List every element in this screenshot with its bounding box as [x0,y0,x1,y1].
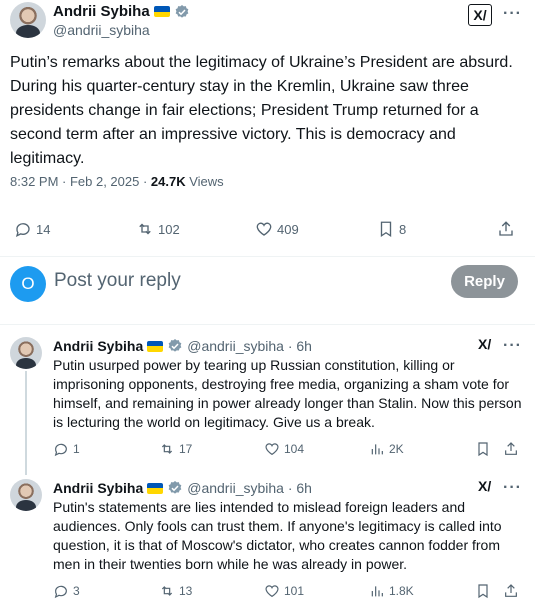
author-name[interactable]: Andrii Sybiha [53,480,143,496]
repost-count: 13 [179,584,193,598]
reply-count: 1 [73,442,80,456]
reply-action[interactable]: 1 [53,441,80,457]
author-row: Andrii Sybiha @andrii_sybiha · 6h [53,338,312,354]
reply-tweet: Andrii Sybiha @andrii_sybiha · 6h X/ ···… [0,325,535,475]
share-icon [505,442,517,455]
like-count: 104 [284,442,305,456]
heart-icon [265,443,279,456]
reply-text: Putin usurped power by tearing up Russia… [53,357,522,430]
more-options-icon[interactable]: ··· [503,5,522,23]
analytics-icon [371,444,383,455]
share-action[interactable] [503,441,519,457]
heart-icon [256,222,272,236]
verified-badge-icon[interactable] [174,4,190,20]
ukraine-flag-icon [147,340,164,352]
reply-button[interactable]: Reply [451,265,518,298]
view-count: 2K [389,442,404,456]
action-bar: 14 102 409 8 [0,219,535,239]
author-row: Andrii Sybiha @andrii_sybiha · 6h [53,480,312,496]
ukraine-flag-icon [153,6,170,17]
views-label: Views [185,174,224,189]
reply-tweet: Andrii Sybiha @andrii_sybiha · 6h X/ ···… [0,470,535,607]
action-bar: 1 17 104 2K [0,440,535,458]
timestamp[interactable]: 8:32 PM · Feb 2, 2025 · [10,174,151,189]
grok-icon[interactable]: X/ [478,478,491,494]
bookmark-action[interactable] [475,441,491,457]
like-action[interactable]: 104 [264,441,304,457]
tweet-text: Putin’s remarks about the legitimacy of … [10,54,513,167]
repost-count: 17 [179,442,193,456]
reply-action[interactable]: 14 [14,220,50,238]
repost-icon [161,444,173,454]
repost-action[interactable]: 17 [159,441,192,457]
views-action[interactable]: 1.8K [369,583,414,599]
author-handle[interactable]: @andrii_sybiha · 6h [187,480,312,496]
action-bar: 3 13 101 1.8K [0,582,535,600]
like-action[interactable]: 101 [264,583,304,599]
reply-text: Putin's statements are lies intended to … [53,499,502,572]
reply-icon [54,585,67,599]
reply-count: 14 [36,221,51,237]
reply-input[interactable]: Post your reply [54,270,181,292]
bookmark-action[interactable]: 8 [377,220,406,238]
reply-count: 3 [73,584,80,598]
author-name[interactable]: Andrii Sybiha [53,3,150,20]
verified-badge-icon[interactable] [167,480,183,496]
view-count: 1.8K [389,584,414,598]
grok-icon[interactable]: X/ [468,4,492,26]
avatar[interactable] [10,337,42,369]
bookmark-action[interactable] [475,583,491,599]
bookmark-icon [380,221,392,238]
bookmark-icon [478,584,488,599]
views-action[interactable]: 2K [369,441,404,457]
bookmark-count: 8 [399,221,407,237]
heart-icon [265,585,279,598]
repost-action[interactable]: 102 [136,220,180,238]
like-action[interactable]: 409 [255,220,299,238]
more-options-icon[interactable]: ··· [503,479,522,497]
avatar[interactable] [10,479,42,511]
verified-badge-icon[interactable] [167,338,183,354]
author-row: Andrii Sybiha [53,3,190,20]
views-count: 24.7K [150,174,186,189]
grok-icon[interactable]: X/ [478,336,491,352]
tweet-meta: 8:32 PM · Feb 2, 2025 · 24.7K Views [10,174,224,189]
repost-count: 102 [158,221,180,237]
reply-composer: O Post your reply Reply [0,257,535,325]
like-count: 101 [284,584,305,598]
user-avatar[interactable]: O [10,266,46,302]
main-tweet: Andrii Sybiha @andrii_sybiha X/ ··· Puti… [0,0,535,256]
share-icon [505,584,517,597]
share-action[interactable] [497,220,515,238]
reply-icon [15,223,30,238]
like-count: 409 [277,221,299,237]
thread-line [25,371,27,475]
repost-icon [139,223,151,235]
share-action[interactable] [503,583,519,599]
author-name[interactable]: Andrii Sybiha [53,338,143,354]
avatar[interactable] [10,2,46,38]
ukraine-flag-icon [147,482,164,494]
bookmark-icon [478,442,488,457]
repost-action[interactable]: 13 [159,583,192,599]
author-handle[interactable]: @andrii_sybiha [53,22,150,38]
analytics-icon [371,586,383,597]
author-handle[interactable]: @andrii_sybiha · 6h [187,338,312,354]
reply-icon [54,443,67,457]
more-options-icon[interactable]: ··· [503,337,522,355]
share-icon [499,221,513,236]
reply-action[interactable]: 3 [53,583,80,599]
repost-icon [161,586,173,596]
